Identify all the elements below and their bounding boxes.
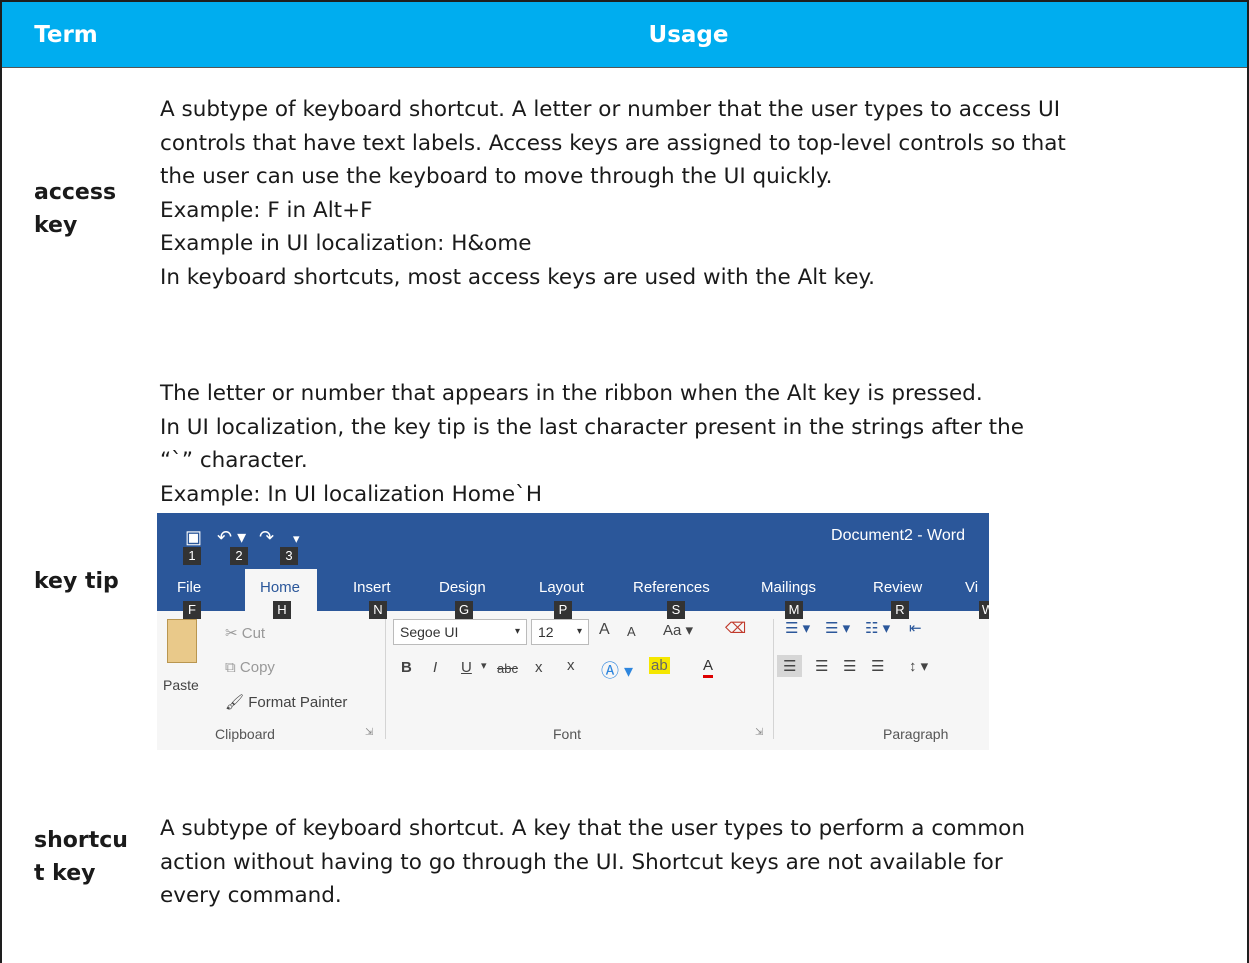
customize-qat-icon: ▾ xyxy=(293,531,300,546)
font-name-select[interactable]: Segoe UI ▾ xyxy=(393,619,527,645)
tab-mailings[interactable]: Mailings xyxy=(761,579,816,596)
brush-icon: 🖌 xyxy=(225,694,249,711)
ribbon-home-body: Paste ✂ Cut ⧉ Copy 🖌 Format Painter Clip… xyxy=(157,611,989,750)
keytip-qat-2: 2 xyxy=(230,547,248,565)
usage-line: action without having to go through the … xyxy=(160,849,1003,875)
tab-file[interactable]: File xyxy=(177,579,201,596)
usage-line: A subtype of keyboard shortcut. A key th… xyxy=(160,816,1025,841)
usage-line: every command. xyxy=(160,883,342,908)
usage-shortcut-key: A subtype of keyboard shortcut. A key th… xyxy=(160,812,1025,913)
usage-line: controls that have text labels. Access k… xyxy=(160,130,1066,156)
group-clipboard-label: Clipboard xyxy=(215,726,275,742)
align-right-icon[interactable]: ☰ xyxy=(843,657,856,675)
font-size-select[interactable]: 12 ▾ xyxy=(531,619,589,645)
change-case-label: Aa xyxy=(663,622,682,639)
copy-icon: ⧉ xyxy=(225,659,240,676)
term-line: access xyxy=(34,180,117,205)
usage-line: Example: In UI localization Home`H xyxy=(160,481,543,507)
term-line: key xyxy=(34,213,78,238)
superscript-button[interactable]: x xyxy=(567,657,575,674)
multilevel-list-icon[interactable]: ☷ ▾ xyxy=(865,619,890,637)
justify-icon[interactable]: ☰ xyxy=(871,657,884,675)
font-color-icon[interactable]: A xyxy=(703,657,714,678)
header-usage: Usage xyxy=(648,22,729,48)
text-effects-icon[interactable]: Ⓐ ▾ xyxy=(601,657,633,683)
usage-line: The letter or number that appears in the… xyxy=(160,381,983,406)
tab-review[interactable]: Review xyxy=(873,579,922,596)
tab-insert[interactable]: Insert xyxy=(353,579,391,596)
clipboard-launcher-icon[interactable]: ⇲ xyxy=(365,727,373,738)
window-title: Document2 - Word xyxy=(831,527,965,544)
usage-line: In keyboard shortcuts, most access keys … xyxy=(160,264,875,290)
redo-icon: ↷ xyxy=(259,527,275,547)
tab-layout[interactable]: Layout xyxy=(539,579,584,596)
group-font-label: Font xyxy=(553,726,582,742)
bullets-icon[interactable]: ☰ ▾ xyxy=(785,619,810,637)
clear-formatting-icon[interactable]: ⌫ xyxy=(725,619,746,637)
paste-icon xyxy=(167,619,197,663)
font-name-value: Segoe UI xyxy=(400,624,459,640)
font-launcher-icon[interactable]: ⇲ xyxy=(755,727,763,738)
usage-line: Example: F in Alt+F xyxy=(160,197,373,223)
divider xyxy=(385,619,386,739)
format-painter-button[interactable]: 🖌 Format Painter xyxy=(225,693,347,711)
usage-key-tip: The letter or number that appears in the… xyxy=(160,377,1024,511)
font-size-value: 12 xyxy=(538,624,554,640)
header-term: Term xyxy=(34,22,98,48)
keytip-qat-3: 3 xyxy=(280,547,298,565)
subscript-button[interactable]: x xyxy=(535,659,543,676)
strikethrough-button[interactable]: abc xyxy=(497,661,518,676)
change-case-button[interactable]: Aa ▾ xyxy=(663,621,693,639)
italic-button[interactable]: I xyxy=(433,659,437,676)
term-line: shortcu xyxy=(34,828,128,853)
divider xyxy=(773,619,774,739)
term-access-key: access key xyxy=(34,176,116,242)
term-key-tip: key tip xyxy=(34,569,119,594)
align-center-icon[interactable]: ☰ xyxy=(815,657,828,675)
table-header: Term Usage xyxy=(2,2,1247,68)
term-shortcut-key: shortcu t key xyxy=(34,824,128,890)
paste-button[interactable]: Paste xyxy=(163,677,199,693)
shrink-font-button[interactable]: A xyxy=(627,624,636,639)
underline-button[interactable]: U xyxy=(461,659,472,676)
tab-view[interactable]: Vi xyxy=(965,579,978,596)
group-paragraph-label: Paragraph xyxy=(883,726,949,742)
grow-font-button[interactable]: A xyxy=(599,621,610,639)
numbering-icon[interactable]: ☰ ▾ xyxy=(825,619,850,637)
copy-button[interactable]: ⧉ Copy xyxy=(225,659,275,676)
cut-button[interactable]: ✂ Cut xyxy=(225,624,265,642)
usage-line: A subtype of keyboard shortcut. A letter… xyxy=(160,97,1061,122)
tab-design[interactable]: Design xyxy=(439,579,486,596)
glossary-table: Term Usage access key A subtype of keybo… xyxy=(0,0,1249,963)
usage-access-key: A subtype of keyboard shortcut. A letter… xyxy=(160,93,1066,294)
decrease-indent-icon[interactable]: ⇤ xyxy=(909,619,922,637)
line-spacing-icon[interactable]: ↕ ▾ xyxy=(909,657,928,675)
tab-home-label: Home xyxy=(260,579,301,596)
save-icon: ▣ xyxy=(185,527,203,547)
align-left-icon[interactable]: ☰ xyxy=(777,655,803,677)
term-line: t key xyxy=(34,861,96,886)
keytip-qat-1: 1 xyxy=(183,547,201,565)
usage-line: Example in UI localization: H&ome xyxy=(160,231,532,256)
tab-references[interactable]: References xyxy=(633,579,710,596)
format-painter-label: Format Painter xyxy=(248,694,348,711)
bold-button[interactable]: B xyxy=(401,659,412,676)
scissors-icon: ✂ xyxy=(225,625,242,642)
copy-label: Copy xyxy=(239,659,275,676)
cut-label: Cut xyxy=(241,625,266,642)
usage-line: In UI localization, the key tip is the l… xyxy=(160,414,1024,440)
dropdown-arrow-icon[interactable]: ▾ xyxy=(481,659,487,672)
undo-icon: ↶ ▾ xyxy=(217,527,247,547)
word-ribbon-screenshot: ▣ ↶ ▾ ↷ ▾ 1 2 3 Document2 - Word File Ho… xyxy=(157,513,989,750)
highlight-icon[interactable]: ab xyxy=(649,657,670,674)
usage-line: “`” character. xyxy=(160,448,308,473)
usage-line: the user can use the keyboard to move th… xyxy=(160,164,833,189)
ribbon-titlebar: ▣ ↶ ▾ ↷ ▾ 1 2 3 Document2 - Word File Ho… xyxy=(157,513,989,611)
